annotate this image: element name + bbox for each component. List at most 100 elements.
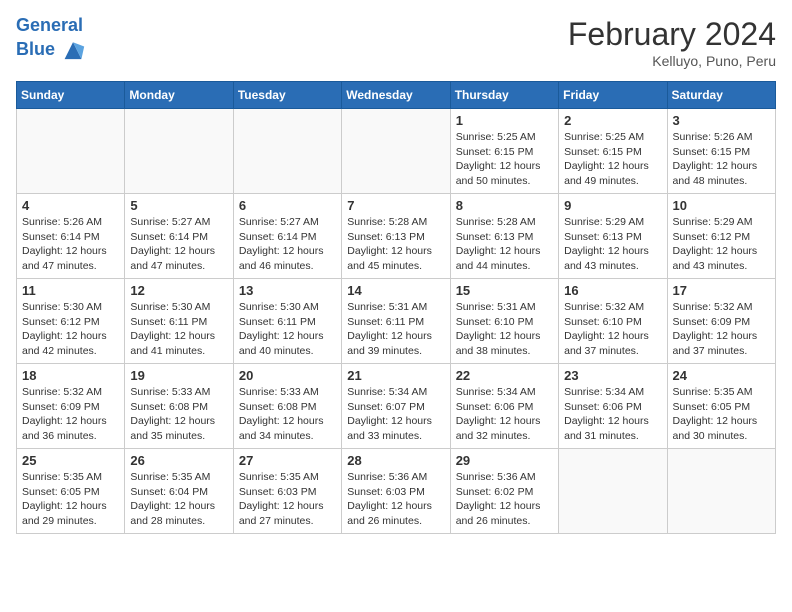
calendar-cell: 26 Sunrise: 5:35 AMSunset: 6:04 PMDayligh… xyxy=(125,449,233,534)
calendar-cell: 1Sunrise: 5:25 AMSunset: 6:15 PMDaylight… xyxy=(450,109,558,194)
day-info: Sunrise: 5:34 AMSunset: 6:06 PMDaylight:… xyxy=(564,385,661,444)
calendar-cell: 24 Sunrise: 5:35 AMSunset: 6:05 PMDayligh… xyxy=(667,364,775,449)
day-number: 18 xyxy=(22,368,119,383)
day-number: 11 xyxy=(22,283,119,298)
calendar-cell xyxy=(342,109,450,194)
calendar-cell: 10 Sunrise: 5:29 AMSunset: 6:12 PMDayligh… xyxy=(667,194,775,279)
calendar-cell: 15 Sunrise: 5:31 AMSunset: 6:10 PMDayligh… xyxy=(450,279,558,364)
day-info: Sunrise: 5:31 AMSunset: 6:10 PMDaylight:… xyxy=(456,300,553,359)
day-number: 23 xyxy=(564,368,661,383)
calendar-cell: 21 Sunrise: 5:34 AMSunset: 6:07 PMDayligh… xyxy=(342,364,450,449)
day-info: Sunrise: 5:35 AMSunset: 6:03 PMDaylight:… xyxy=(239,470,336,529)
calendar-cell: 27 Sunrise: 5:35 AMSunset: 6:03 PMDayligh… xyxy=(233,449,341,534)
day-number: 3 xyxy=(673,113,770,128)
calendar-cell: 23 Sunrise: 5:34 AMSunset: 6:06 PMDayligh… xyxy=(559,364,667,449)
calendar-cell xyxy=(559,449,667,534)
calendar-cell: 28 Sunrise: 5:36 AMSunset: 6:03 PMDayligh… xyxy=(342,449,450,534)
calendar-cell: 25 Sunrise: 5:35 AMSunset: 6:05 PMDayligh… xyxy=(17,449,125,534)
day-number: 8 xyxy=(456,198,553,213)
column-header-sunday: Sunday xyxy=(17,82,125,109)
logo: General Blue xyxy=(16,16,87,64)
calendar-cell xyxy=(667,449,775,534)
day-number: 13 xyxy=(239,283,336,298)
calendar-cell: 12 Sunrise: 5:30 AMSunset: 6:11 PMDayligh… xyxy=(125,279,233,364)
day-number: 10 xyxy=(673,198,770,213)
calendar-cell: 7 Sunrise: 5:28 AMSunset: 6:13 PMDaylight… xyxy=(342,194,450,279)
day-number: 29 xyxy=(456,453,553,468)
day-number: 25 xyxy=(22,453,119,468)
week-row-2: 4 Sunrise: 5:26 AMSunset: 6:14 PMDaylight… xyxy=(17,194,776,279)
day-number: 17 xyxy=(673,283,770,298)
day-number: 15 xyxy=(456,283,553,298)
day-info: Sunrise: 5:35 AMSunset: 6:05 PMDaylight:… xyxy=(22,470,119,529)
day-number: 5 xyxy=(130,198,227,213)
day-info: Sunrise: 5:29 AMSunset: 6:12 PMDaylight:… xyxy=(673,215,770,274)
day-info: Sunrise: 5:33 AMSunset: 6:08 PMDaylight:… xyxy=(130,385,227,444)
day-info: Sunrise: 5:32 AMSunset: 6:09 PMDaylight:… xyxy=(673,300,770,359)
day-info: Sunrise: 5:26 AMSunset: 6:15 PMDaylight:… xyxy=(673,130,770,189)
calendar-cell xyxy=(233,109,341,194)
day-number: 4 xyxy=(22,198,119,213)
day-info: Sunrise: 5:34 AMSunset: 6:06 PMDaylight:… xyxy=(456,385,553,444)
column-header-saturday: Saturday xyxy=(667,82,775,109)
page-header: General Blue February 2024 Kelluyo, Puno… xyxy=(16,16,776,69)
week-row-4: 18 Sunrise: 5:32 AMSunset: 6:09 PMDayligh… xyxy=(17,364,776,449)
week-row-3: 11 Sunrise: 5:30 AMSunset: 6:12 PMDayligh… xyxy=(17,279,776,364)
column-header-tuesday: Tuesday xyxy=(233,82,341,109)
location: Kelluyo, Puno, Peru xyxy=(568,53,776,69)
day-info: Sunrise: 5:26 AMSunset: 6:14 PMDaylight:… xyxy=(22,215,119,274)
calendar-cell: 6Sunrise: 5:27 AMSunset: 6:14 PMDaylight… xyxy=(233,194,341,279)
calendar-cell: 13 Sunrise: 5:30 AMSunset: 6:11 PMDayligh… xyxy=(233,279,341,364)
day-number: 20 xyxy=(239,368,336,383)
calendar-cell: 16 Sunrise: 5:32 AMSunset: 6:10 PMDayligh… xyxy=(559,279,667,364)
day-info: Sunrise: 5:27 AMSunset: 6:14 PMDaylight:… xyxy=(130,215,227,274)
column-header-thursday: Thursday xyxy=(450,82,558,109)
day-number: 16 xyxy=(564,283,661,298)
column-header-friday: Friday xyxy=(559,82,667,109)
calendar-cell: 11 Sunrise: 5:30 AMSunset: 6:12 PMDayligh… xyxy=(17,279,125,364)
day-info: Sunrise: 5:29 AMSunset: 6:13 PMDaylight:… xyxy=(564,215,661,274)
day-number: 27 xyxy=(239,453,336,468)
day-info: Sunrise: 5:35 AMSunset: 6:05 PMDaylight:… xyxy=(673,385,770,444)
day-number: 2 xyxy=(564,113,661,128)
day-info: Sunrise: 5:30 AMSunset: 6:12 PMDaylight:… xyxy=(22,300,119,359)
day-info: Sunrise: 5:31 AMSunset: 6:11 PMDaylight:… xyxy=(347,300,444,359)
day-number: 19 xyxy=(130,368,227,383)
calendar-cell: 20 Sunrise: 5:33 AMSunset: 6:08 PMDayligh… xyxy=(233,364,341,449)
calendar-cell: 17 Sunrise: 5:32 AMSunset: 6:09 PMDayligh… xyxy=(667,279,775,364)
calendar-cell: 14 Sunrise: 5:31 AMSunset: 6:11 PMDayligh… xyxy=(342,279,450,364)
day-info: Sunrise: 5:33 AMSunset: 6:08 PMDaylight:… xyxy=(239,385,336,444)
day-number: 26 xyxy=(130,453,227,468)
calendar-cell: 2Sunrise: 5:25 AMSunset: 6:15 PMDaylight… xyxy=(559,109,667,194)
day-info: Sunrise: 5:32 AMSunset: 6:09 PMDaylight:… xyxy=(22,385,119,444)
day-info: Sunrise: 5:34 AMSunset: 6:07 PMDaylight:… xyxy=(347,385,444,444)
day-info: Sunrise: 5:25 AMSunset: 6:15 PMDaylight:… xyxy=(456,130,553,189)
logo-text: General Blue xyxy=(16,16,87,64)
day-info: Sunrise: 5:28 AMSunset: 6:13 PMDaylight:… xyxy=(456,215,553,274)
calendar-cell: 4 Sunrise: 5:26 AMSunset: 6:14 PMDaylight… xyxy=(17,194,125,279)
day-info: Sunrise: 5:35 AMSunset: 6:04 PMDaylight:… xyxy=(130,470,227,529)
day-number: 7 xyxy=(347,198,444,213)
day-number: 28 xyxy=(347,453,444,468)
logo-icon xyxy=(59,36,87,64)
day-number: 21 xyxy=(347,368,444,383)
calendar-table: SundayMondayTuesdayWednesdayThursdayFrid… xyxy=(16,81,776,534)
day-number: 12 xyxy=(130,283,227,298)
day-number: 24 xyxy=(673,368,770,383)
column-header-monday: Monday xyxy=(125,82,233,109)
day-info: Sunrise: 5:30 AMSunset: 6:11 PMDaylight:… xyxy=(130,300,227,359)
day-info: Sunrise: 5:30 AMSunset: 6:11 PMDaylight:… xyxy=(239,300,336,359)
week-row-1: 1Sunrise: 5:25 AMSunset: 6:15 PMDaylight… xyxy=(17,109,776,194)
day-info: Sunrise: 5:36 AMSunset: 6:02 PMDaylight:… xyxy=(456,470,553,529)
day-info: Sunrise: 5:36 AMSunset: 6:03 PMDaylight:… xyxy=(347,470,444,529)
day-number: 9 xyxy=(564,198,661,213)
day-info: Sunrise: 5:32 AMSunset: 6:10 PMDaylight:… xyxy=(564,300,661,359)
calendar-cell: 5 Sunrise: 5:27 AMSunset: 6:14 PMDaylight… xyxy=(125,194,233,279)
month-year: February 2024 xyxy=(568,16,776,53)
day-info: Sunrise: 5:28 AMSunset: 6:13 PMDaylight:… xyxy=(347,215,444,274)
calendar-cell: 22Sunrise: 5:34 AMSunset: 6:06 PMDayligh… xyxy=(450,364,558,449)
calendar-cell xyxy=(17,109,125,194)
column-header-wednesday: Wednesday xyxy=(342,82,450,109)
day-number: 14 xyxy=(347,283,444,298)
day-number: 6 xyxy=(239,198,336,213)
